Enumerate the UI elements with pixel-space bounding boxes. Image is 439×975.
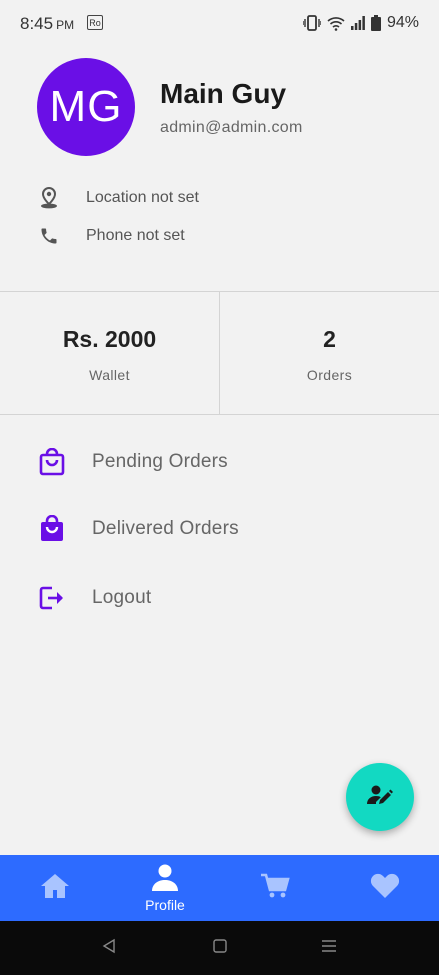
sim-indicator: Ro [87,15,103,30]
pending-orders-item[interactable]: Pending Orders [38,441,418,481]
location-row: Location not set [38,187,199,209]
status-time-value: 8:45 [20,14,54,33]
square-icon [213,938,227,958]
status-bar: 8:45 PM Ro 94% [0,0,439,50]
home-button[interactable] [210,938,230,958]
nav-home[interactable] [0,855,110,921]
system-nav-bar [0,921,439,975]
nav-profile[interactable]: Profile [110,855,220,921]
person-icon [151,863,179,896]
logout-icon [38,584,66,612]
phone-icon [38,225,60,247]
nav-profile-label: Profile [145,897,185,913]
back-triangle-icon [101,938,117,959]
wallet-stat: Rs. 2000 Wallet [0,292,220,414]
delivered-orders-item[interactable]: Delivered Orders [38,508,418,548]
wallet-label: Wallet [89,367,130,383]
heart-icon [370,873,400,904]
signal-icon [350,16,365,30]
user-email: admin@admin.com [160,119,303,136]
shopping-bag-filled-icon [38,514,66,543]
battery-percent: 94% [386,14,419,31]
location-pin-icon [38,187,60,209]
shopping-bag-outline-icon [38,447,66,476]
wallet-value: Rs. 2000 [62,326,157,352]
pending-orders-label: Pending Orders [92,451,228,472]
cart-icon [260,873,290,904]
location-text: Location not set [86,189,199,206]
user-name: Main Guy [160,78,287,109]
phone-text: Phone not set [86,227,185,244]
status-icons: 94% [302,14,419,32]
logout-item[interactable]: Logout [38,577,418,617]
bottom-nav: Profile [0,855,439,921]
logout-label: Logout [92,587,152,608]
orders-label: Orders [306,367,353,383]
recents-button[interactable] [319,938,339,958]
edit-profile-fab[interactable] [346,763,414,831]
menu-lines-icon [321,939,337,958]
delivered-orders-label: Delivered Orders [92,518,239,539]
nav-cart[interactable] [220,855,330,921]
home-icon [39,872,71,905]
orders-value: 2 [323,326,336,352]
battery-icon [370,15,381,31]
avatar: MG [37,58,135,156]
edit-person-icon [367,783,393,812]
stats-panel: Rs. 2000 Wallet 2 Orders [0,291,439,415]
vibrate-icon [302,15,321,31]
orders-stat: 2 Orders [220,292,439,414]
status-ampm: PM [56,18,75,32]
wifi-icon [327,16,345,31]
nav-favorites[interactable] [330,855,439,921]
status-time: 8:45 PM [20,14,74,34]
phone-row: Phone not set [38,225,185,247]
back-button[interactable] [99,938,119,958]
